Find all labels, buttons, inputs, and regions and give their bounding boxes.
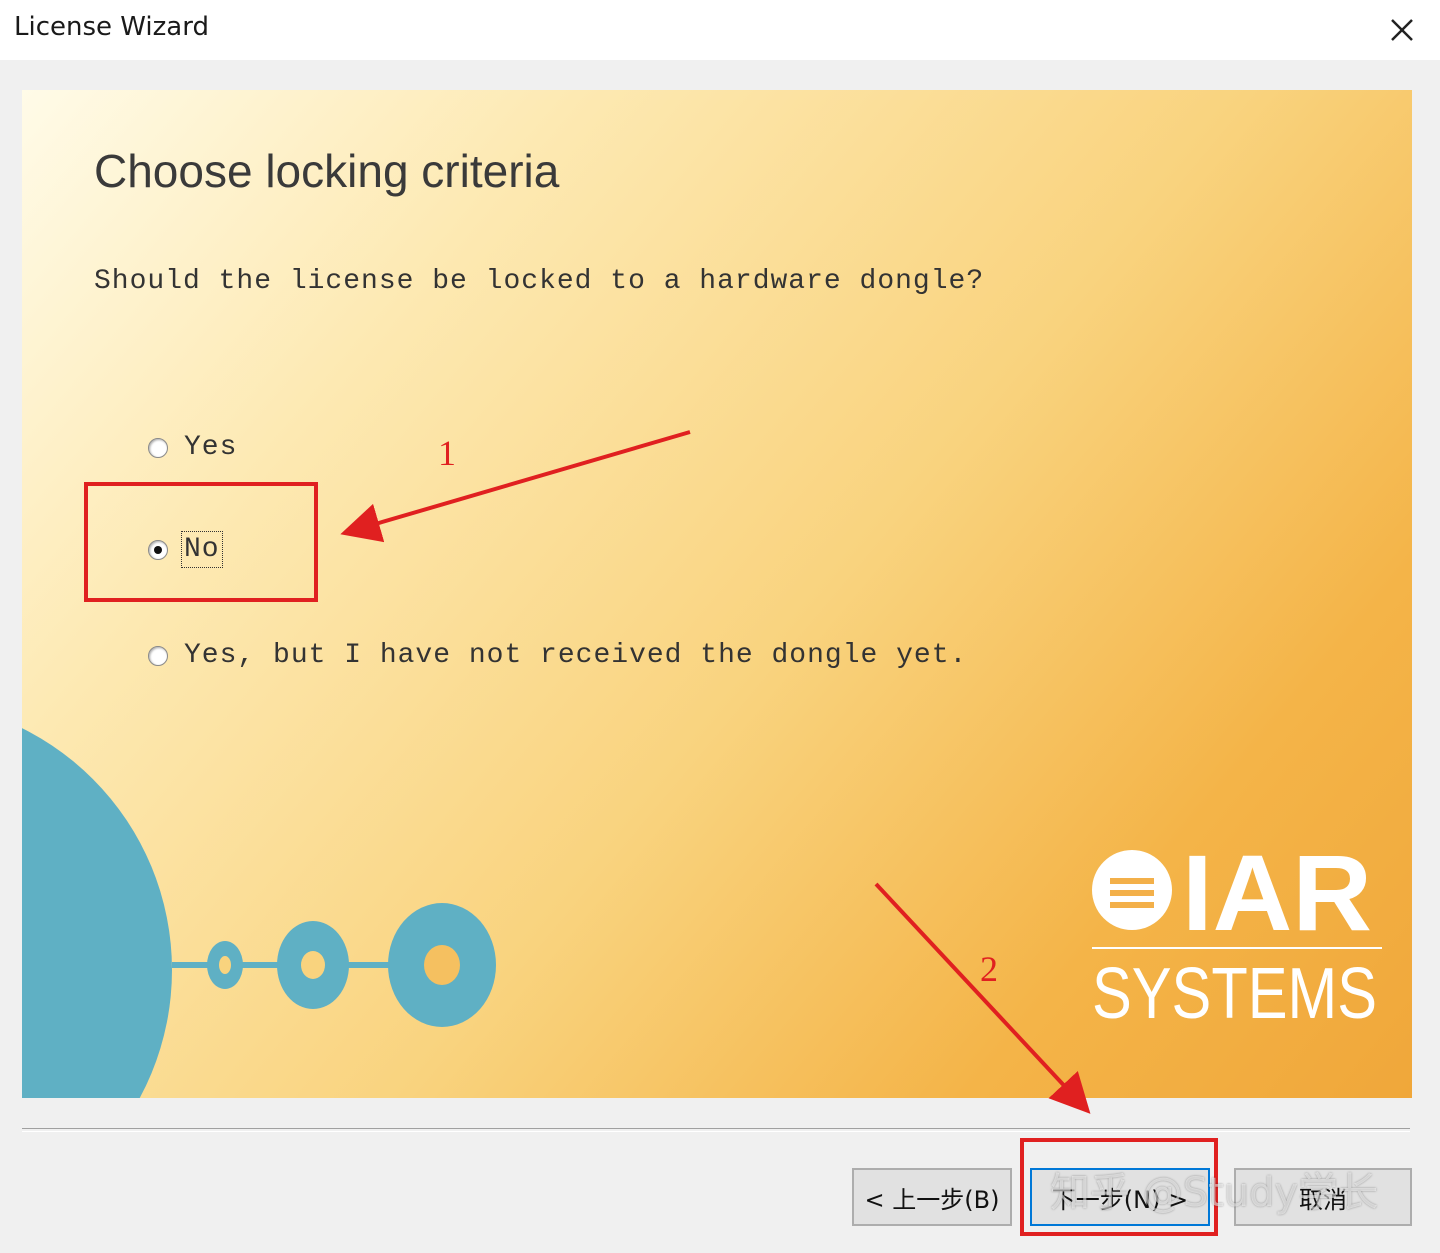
option-no[interactable]: No bbox=[148, 531, 223, 568]
option-yes-label: Yes bbox=[184, 432, 238, 463]
footer-separator bbox=[22, 1128, 1410, 1132]
radio-yes[interactable] bbox=[148, 437, 168, 458]
close-button[interactable] bbox=[1380, 8, 1424, 52]
logo-systems-text: SYSTEMS bbox=[1092, 954, 1377, 1030]
close-icon bbox=[1391, 19, 1413, 41]
back-button[interactable]: < 上一步(B) bbox=[852, 1168, 1012, 1226]
option-yes[interactable]: Yes bbox=[148, 432, 237, 463]
locking-question: Should the license be locked to a hardwa… bbox=[94, 266, 985, 297]
option-yes-not-received[interactable]: Yes, but I have not received the dongle … bbox=[148, 640, 967, 671]
radio-no[interactable] bbox=[148, 539, 168, 560]
title-bar: License Wizard bbox=[0, 0, 1440, 60]
option-no-label: No bbox=[181, 531, 223, 568]
window-title: License Wizard bbox=[14, 12, 209, 42]
option-yes-not-received-label: Yes, but I have not received the dongle … bbox=[184, 640, 968, 671]
annotation-label-1: 1 bbox=[438, 433, 456, 473]
wizard-panel: Choose locking criteria Should the licen… bbox=[22, 90, 1412, 1098]
radio-yes-not-received[interactable] bbox=[148, 645, 168, 666]
annotation-label-2: 2 bbox=[980, 949, 998, 989]
logo-iar-text: IAR bbox=[1182, 832, 1372, 953]
iar-systems-logo: IAR SYSTEMS bbox=[1092, 832, 1382, 1030]
watermark: 知乎 @Study学长 bbox=[1050, 1170, 1379, 1216]
page-heading: Choose locking criteria bbox=[94, 145, 560, 197]
